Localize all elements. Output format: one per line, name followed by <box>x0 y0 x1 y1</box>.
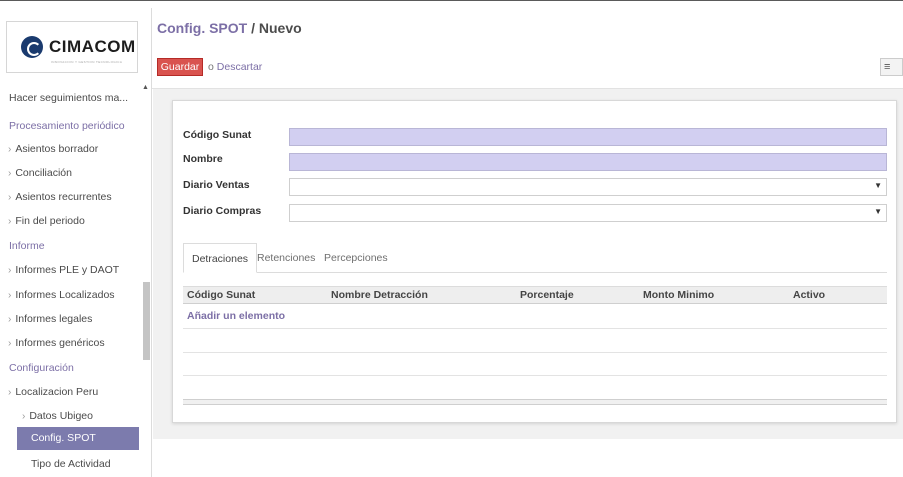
breadcrumb-separator: / <box>247 20 259 36</box>
diario-ventas-label: Diario Ventas <box>183 179 250 191</box>
table-row <box>183 375 887 376</box>
breadcrumb: Config. SPOT / Nuevo <box>157 20 302 36</box>
column-monto-minimo[interactable]: Monto Minimo <box>643 289 714 301</box>
window-top-rule <box>0 0 903 8</box>
tab-detraciones[interactable]: Detraciones <box>183 243 258 273</box>
sidebar-item-fin-periodo[interactable]: Fin del periodo <box>8 215 84 227</box>
tab-retenciones[interactable]: Retenciones <box>249 243 323 273</box>
sidebar-item-hacer-seguimientos[interactable]: Hacer seguimientos ma... <box>9 92 128 104</box>
diario-compras-label: Diario Compras <box>183 205 262 217</box>
logo-tagline: INNOVACION Y GESTION TECNOLOGICA <box>51 60 123 64</box>
sidebar-item-asientos-borrador[interactable]: Asientos borrador <box>8 143 98 155</box>
nombre-field[interactable] <box>289 153 887 171</box>
dropdown-arrow-icon: ▼ <box>874 181 882 190</box>
sidebar-item-datos-ubigeo[interactable]: Datos Ubigeo <box>22 410 93 422</box>
sidebar-item-tipo-actividad[interactable]: Tipo de Actividad <box>31 458 111 470</box>
sidebar-item-informes-ple[interactable]: Informes PLE y DAOT <box>8 264 119 276</box>
sidebar-item-informes-legales[interactable]: Informes legales <box>8 313 92 325</box>
table-row <box>183 328 887 329</box>
tab-percepciones[interactable]: Percepciones <box>316 243 396 273</box>
column-nombre-detraccion[interactable]: Nombre Detracción <box>331 289 428 301</box>
sidebar-item-asientos-recurrentes[interactable]: Asientos recurrentes <box>8 191 111 203</box>
breadcrumb-parent-link[interactable]: Config. SPOT <box>157 20 247 36</box>
save-button[interactable]: Guardar <box>157 58 203 76</box>
dropdown-arrow-icon: ▼ <box>874 207 882 216</box>
company-logo[interactable]: CIMACOM INNOVACION Y GESTION TECNOLOGICA <box>6 21 138 73</box>
breadcrumb-current: Nuevo <box>258 20 302 36</box>
codigo-sunat-field[interactable] <box>289 128 887 146</box>
table-row <box>183 352 887 353</box>
sidebar-item-conciliacion[interactable]: Conciliación <box>8 167 72 179</box>
notebook-tabs: Detraciones Retenciones Percepciones <box>183 243 887 273</box>
or-text: o <box>208 61 217 73</box>
sidebar-item-informes-localizados[interactable]: Informes Localizados <box>8 289 114 301</box>
sidebar-item-localizacion-peru[interactable]: Localizacion Peru <box>8 386 98 398</box>
nombre-label: Nombre <box>183 153 223 165</box>
sidebar-scrollbar[interactable] <box>143 282 150 360</box>
sidebar-section-procesamiento[interactable]: Procesamiento periódico <box>9 120 125 132</box>
codigo-sunat-label: Código Sunat <box>183 129 252 141</box>
discard-link[interactable]: Descartar <box>217 61 263 73</box>
column-activo[interactable]: Activo <box>793 289 825 301</box>
diario-compras-select[interactable]: ▼ <box>289 204 887 222</box>
grid-header: Código Sunat Nombre Detracción Porcentaj… <box>183 286 887 304</box>
logo-name: CIMACOM <box>49 37 136 56</box>
logo-mark-icon <box>21 36 43 58</box>
sidebar-section-configuracion[interactable]: Configuración <box>9 362 74 374</box>
column-codigo-sunat[interactable]: Código Sunat <box>187 289 255 301</box>
list-view-icon[interactable]: ≡ <box>880 58 903 76</box>
sidebar-section-informe[interactable]: Informe <box>9 240 45 252</box>
diario-ventas-select[interactable]: ▼ <box>289 178 887 196</box>
sidebar-item-informes-genericos[interactable]: Informes genéricos <box>8 337 104 349</box>
grid-footer <box>183 399 887 405</box>
discard-group: o Descartar <box>208 61 262 73</box>
sidebar-scroll-up-icon[interactable]: ▲ <box>142 84 150 92</box>
add-item-link[interactable]: Añadir un elemento <box>187 310 285 322</box>
sidebar-item-config-spot[interactable]: Config. SPOT <box>17 427 139 450</box>
column-porcentaje[interactable]: Porcentaje <box>520 289 574 301</box>
